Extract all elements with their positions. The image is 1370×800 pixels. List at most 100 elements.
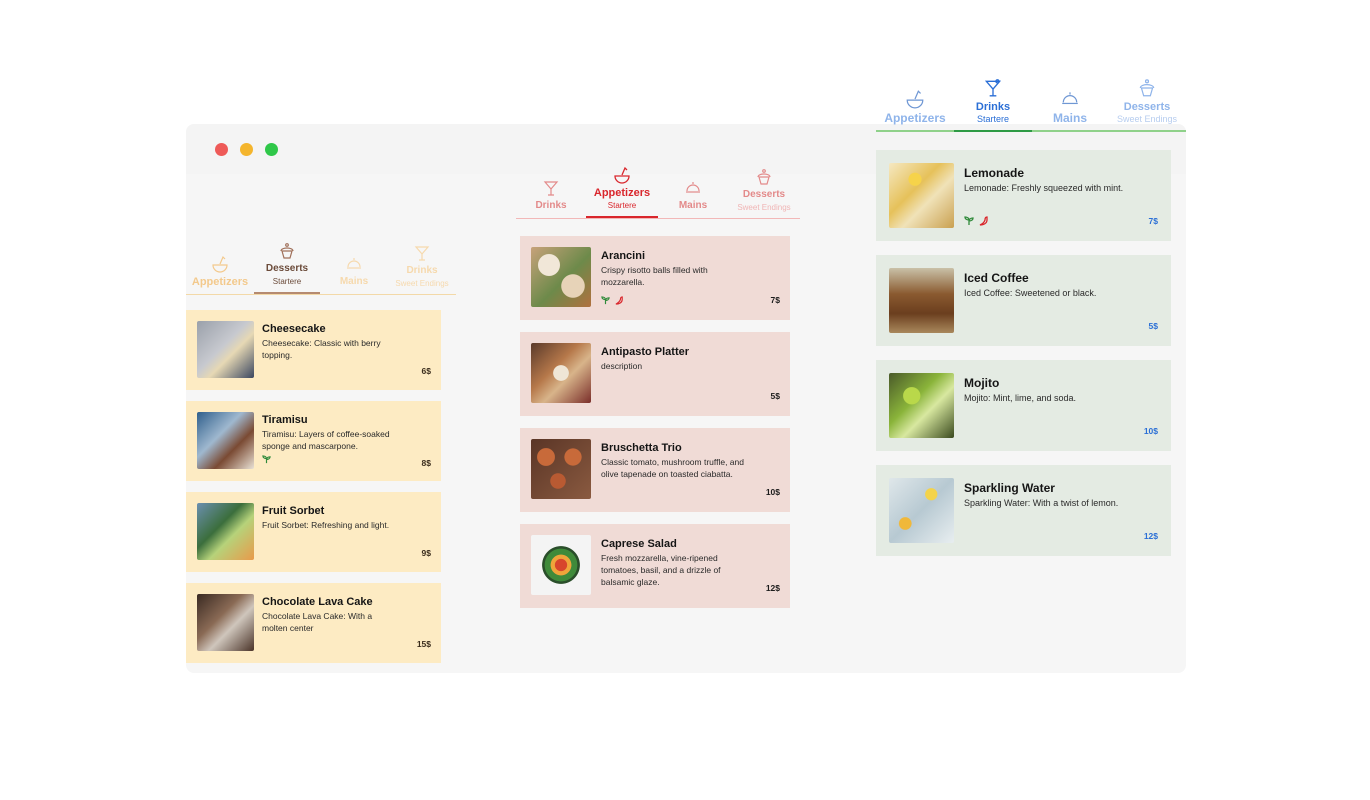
dish-photo [197,594,254,651]
tab-appetizers[interactable]: Appetizers Startere [586,160,658,218]
item-price: 7$ [770,295,780,305]
item-description: Cheesecake: Classic with berry topping. [262,338,381,360]
cloche-icon [1062,92,1078,105]
item-description: Tiramisu: Layers of coffee-soaked sponge… [262,429,390,451]
yellow-menu-tabs: Appetizers Desserts Startere Mains Drink… [186,238,456,295]
tab-label: Appetizers [884,111,946,125]
bowl-icon [212,255,228,273]
tab-label: Drinks [975,101,1011,113]
item-name: Cheesecake [262,323,326,335]
menu-item-card[interactable]: Sparkling Water Sparkling Water: With a … [876,465,1171,556]
dish-photo [197,321,254,378]
tab-mains[interactable]: Mains [658,160,728,218]
tab-label: Desserts [1123,101,1171,113]
dish-photo [531,343,591,403]
vegetarian-icon [601,296,610,305]
maximize-window-button[interactable] [265,143,278,156]
menu-item-card[interactable]: Mojito Mojito: Mint, lime, and soda. 10$ [876,360,1171,451]
menu-item-card[interactable]: Cheesecake Cheesecake: Classic with berr… [186,310,441,390]
vegetarian-icon [964,216,974,225]
dish-photo [197,503,254,560]
item-name: Fruit Sorbet [262,505,325,517]
item-name: Chocolate Lava Cake [262,596,373,608]
item-price: 8$ [421,458,431,468]
chili-icon [615,296,623,305]
item-price: 9$ [421,548,431,558]
item-description: Chocolate Lava Cake: With a molten cente… [262,611,373,633]
menu-item-card[interactable]: Chocolate Lava Cake Chocolate Lava Cake:… [186,583,441,663]
cloche-icon [686,182,700,193]
item-name: Tiramisu [262,414,308,426]
tab-desserts[interactable]: Desserts Startere [254,238,320,294]
tab-sublabel: Startere [272,277,302,286]
dish-photo [531,247,591,307]
tab-sublabel: Sweet Endings [737,203,791,212]
menu-item-card[interactable]: Antipasto Platter description 5$ [520,332,790,416]
tab-appetizers[interactable]: Appetizers [186,238,254,294]
cocktail-icon [543,181,559,196]
menu-item-card[interactable]: Caprese Salad Fresh mozzarella, vine-rip… [520,524,790,608]
cupcake-icon [757,169,771,185]
cupcake-icon [280,243,294,259]
item-name: Lemonade [964,166,1025,180]
tab-sublabel: Sweet Endings [395,279,449,288]
tab-desserts[interactable]: Desserts Sweet Endings [1108,66,1186,130]
item-price: 5$ [1148,321,1158,331]
tab-drinks[interactable]: Drinks Sweet Endings [388,238,456,294]
dietary-tags [964,216,989,226]
menu-item-card[interactable]: Iced Coffee Iced Coffee: Sweetened or bl… [876,255,1171,346]
cloche-icon [347,258,361,269]
item-name: Sparkling Water [964,481,1055,495]
tab-label: Appetizers [191,276,249,288]
dish-photo [889,373,954,438]
tab-label: Drinks [535,200,567,211]
tab-appetizers[interactable]: Appetizers [876,66,954,130]
item-description: Crispy risotto balls filled with mozzare… [601,265,708,287]
close-window-button[interactable] [215,143,228,156]
item-description: Iced Coffee: Sweetened or black. [964,288,1097,298]
tab-desserts[interactable]: Desserts Sweet Endings [728,160,800,218]
dish-photo [531,439,591,499]
menu-item-card[interactable]: Arancini Crispy risotto balls filled wit… [520,236,790,320]
item-name: Iced Coffee [964,271,1029,285]
dietary-tags [262,455,271,464]
tab-drinks[interactable]: Drinks Startere [954,66,1032,132]
menu-item-card[interactable]: Bruschetta Trio Classic tomato, mushroom… [520,428,790,512]
item-description: Fresh mozzarella, vine-ripened tomatoes,… [601,553,721,587]
cocktail-icon [984,79,1002,97]
cupcake-icon [1139,79,1155,97]
tab-label: Desserts [265,263,309,274]
item-description: description [601,361,643,371]
vegetarian-icon [262,455,271,464]
item-description: Classic tomato, mushroom truffle, and ol… [601,457,744,479]
dish-photo [531,535,591,595]
item-name: Bruschetta Trio [601,442,682,454]
dietary-tags [601,296,624,305]
dish-photo [197,412,254,469]
green-menu-tabs: Appetizers Drinks Startere Mains Dessert… [876,66,1186,132]
menu-item-card[interactable]: Fruit Sorbet Fruit Sorbet: Refreshing an… [186,492,441,572]
item-description: Mojito: Mint, lime, and soda. [964,393,1077,403]
minimize-window-button[interactable] [240,143,253,156]
item-price: 10$ [1143,426,1158,436]
menu-item-card[interactable]: Lemonade Lemonade: Freshly squeezed with… [876,150,1171,241]
tab-label: Mains [678,200,708,211]
tab-sublabel: Startere [976,114,1009,124]
tab-sublabel: Startere [607,201,637,210]
item-price: 15$ [416,639,431,649]
dish-photo [889,478,954,543]
cocktail-icon [414,246,430,261]
tab-mains[interactable]: Mains [1032,66,1108,130]
item-name: Arancini [601,250,646,262]
item-price: 6$ [421,366,431,376]
tab-mains[interactable]: Mains [320,238,388,294]
item-name: Antipasto Platter [601,346,690,358]
menu-item-card[interactable]: Tiramisu Tiramisu: Layers of coffee-soak… [186,401,441,481]
dish-photo [889,268,954,333]
item-price: 10$ [765,487,780,497]
tab-label: Appetizers [593,187,651,199]
item-price: 5$ [770,391,780,401]
pink-menu-tabs: Drinks Appetizers Startere Mains Dessert… [516,160,800,219]
item-price: 7$ [1148,216,1158,226]
tab-drinks[interactable]: Drinks [516,160,586,218]
